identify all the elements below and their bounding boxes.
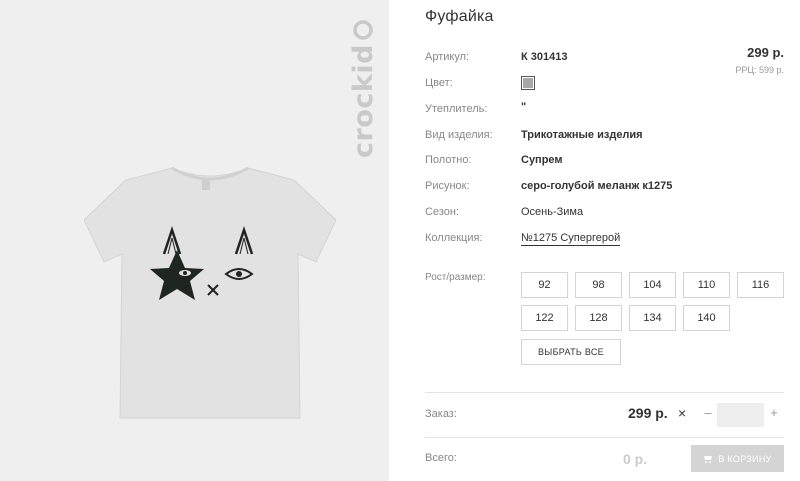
select-all-button[interactable]: ВЫБРАТЬ ВСЕ — [521, 339, 621, 365]
size-button-92[interactable]: 92 — [521, 272, 568, 298]
attr-label-season: Сезон: — [425, 206, 459, 218]
color-swatch[interactable] — [521, 76, 535, 90]
size-button-104[interactable]: 104 — [629, 272, 676, 298]
attr-label-article: Артикул: — [425, 51, 470, 63]
attr-value-insulation: " — [521, 101, 527, 113]
size-button-134[interactable]: 134 — [629, 305, 676, 331]
size-button-128[interactable]: 128 — [575, 305, 622, 331]
quantity-input[interactable] — [717, 403, 764, 427]
attr-label-fabric: Полотно: — [425, 154, 472, 166]
product-price: 299 р. — [747, 45, 784, 60]
product-photo[interactable]: crockid — [0, 0, 389, 481]
attr-label-insulation: Утеплитель: — [425, 103, 488, 115]
increase-quantity-button[interactable]: + — [766, 405, 782, 423]
tshirt-image — [84, 166, 336, 419]
decrease-quantity-button[interactable]: – — [700, 405, 716, 423]
collection-link[interactable]: №1275 Супергерой — [521, 232, 621, 246]
size-button-98[interactable]: 98 — [575, 272, 622, 298]
color-swatch-fill — [523, 78, 533, 88]
attr-label-print: Рисунок: — [425, 180, 470, 192]
order-label: Заказ: — [425, 408, 457, 420]
divider — [425, 392, 784, 393]
attr-value-article: К 301413 — [521, 51, 568, 63]
divider — [425, 437, 784, 438]
attr-value-fabric: Супрем — [521, 154, 563, 166]
total-price: 0 р. — [623, 451, 648, 467]
order-price: 299 р. — [628, 405, 668, 421]
attr-value-print: серо-голубой меланж к1275 — [521, 180, 673, 192]
cart-icon — [704, 455, 713, 463]
size-button-116[interactable]: 116 — [737, 272, 784, 298]
product-title: Фуфайка — [425, 8, 494, 25]
attr-label-collection: Коллекция: — [425, 232, 483, 244]
add-to-cart-label: В КОРЗИНУ — [718, 453, 772, 464]
size-button-122[interactable]: 122 — [521, 305, 568, 331]
add-to-cart-button[interactable]: В КОРЗИНУ — [691, 445, 784, 472]
size-button-140[interactable]: 140 — [683, 305, 730, 331]
attr-label-color: Цвет: — [425, 77, 453, 89]
total-label: Всего: — [425, 452, 457, 464]
times-icon: × — [678, 405, 687, 421]
brand-logo-text: crockid — [348, 44, 379, 158]
size-label: Рост/размер: — [425, 272, 486, 283]
attr-value-type: Трикотажные изделия — [521, 129, 643, 141]
attr-label-type: Вид изделия: — [425, 129, 493, 141]
size-button-110[interactable]: 110 — [683, 272, 730, 298]
brand-logo: crockid — [348, 20, 379, 158]
attr-value-season: Осень-Зима — [521, 206, 584, 218]
recommended-price: РРЦ: 599 р. — [735, 65, 784, 75]
